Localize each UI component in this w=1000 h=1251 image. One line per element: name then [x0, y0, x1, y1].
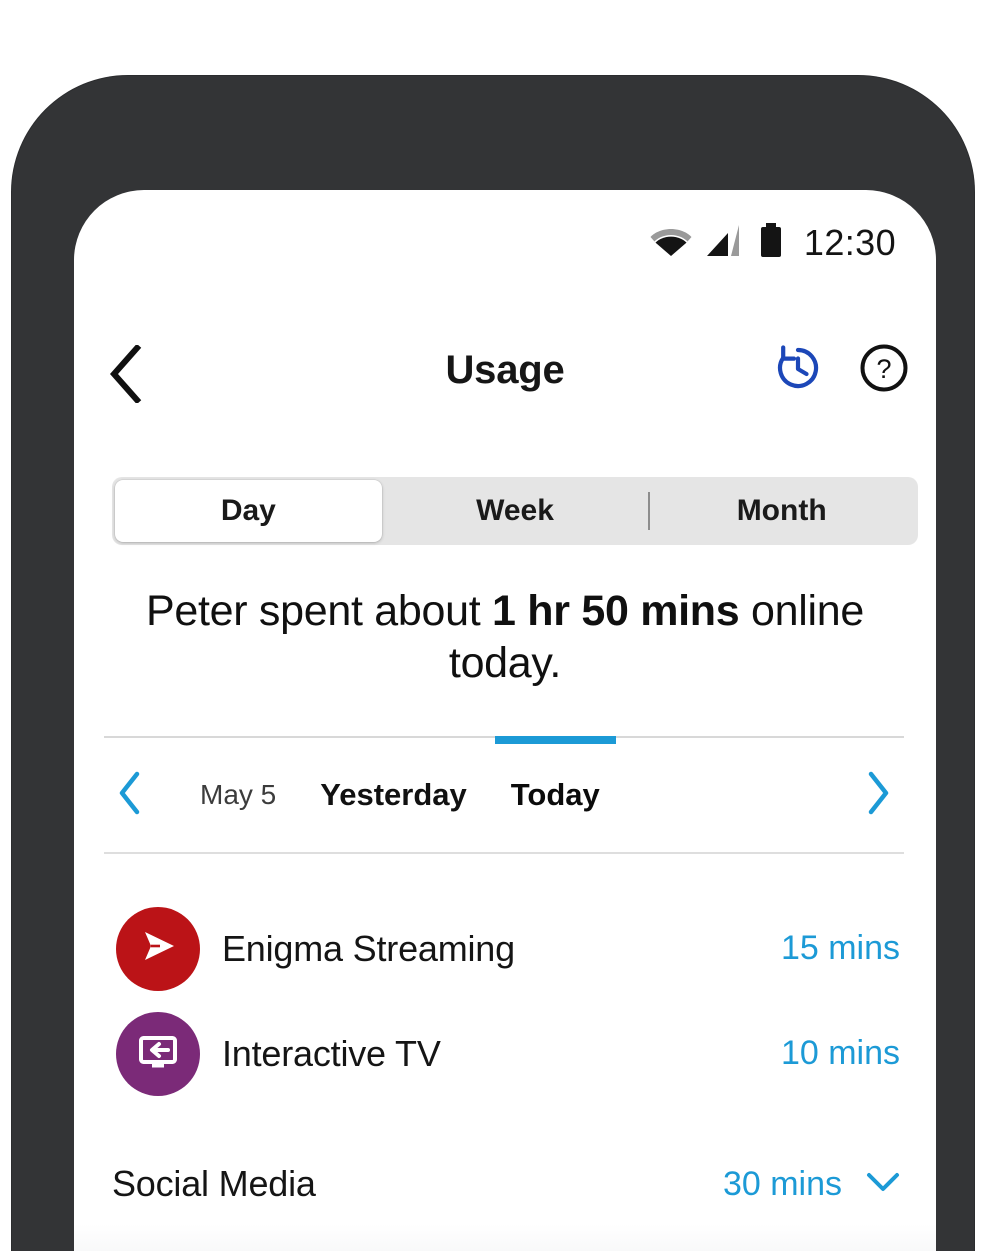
date-prev-button[interactable]: [104, 771, 156, 820]
date-tab-today[interactable]: Today: [489, 736, 622, 852]
status-bar: 12:30: [650, 217, 896, 269]
svg-text:?: ?: [876, 354, 891, 384]
interactive-tv-app-icon: [116, 1011, 200, 1096]
list-item[interactable]: Social Media 30 mins: [74, 1134, 936, 1234]
tv-arrow-icon: [132, 1025, 184, 1082]
app-usage-time: 10 mins: [780, 1034, 900, 1072]
history-clock-icon: [771, 341, 825, 400]
phone-bezel: 12:30 Usage ? Day Week Month Peter spent…: [12, 76, 974, 1251]
app-name: Enigma Streaming: [222, 927, 515, 969]
segment-month-label: Month: [736, 494, 827, 527]
date-tab-yesterday[interactable]: Yesterday: [298, 738, 489, 852]
date-tab-label: Yesterday: [320, 777, 467, 812]
cell-signal-icon: [706, 224, 744, 263]
summary-prefix: Peter spent about: [146, 587, 493, 635]
app-name: Interactive TV: [222, 1032, 441, 1074]
usage-summary-text: Peter spent about 1 hr 50 mins online to…: [110, 585, 900, 689]
wifi-icon: [650, 225, 692, 262]
date-tab-label: Today: [510, 777, 600, 812]
help-question-icon: ?: [858, 342, 910, 399]
list-item[interactable]: Interactive TV 10 mins: [74, 1001, 936, 1106]
send-arrow-icon: [132, 920, 184, 977]
help-button[interactable]: ?: [854, 340, 914, 400]
status-time: 12:30: [803, 222, 896, 263]
chevron-down-icon: [866, 1171, 900, 1198]
app-header: Usage ?: [74, 328, 936, 424]
date-tab-label: May 5: [200, 779, 277, 810]
header-actions: ?: [768, 340, 914, 400]
segment-month[interactable]: Month: [648, 480, 915, 542]
chevron-right-icon: [866, 771, 890, 820]
segment-week[interactable]: Week: [382, 480, 649, 542]
battery-icon: [758, 222, 784, 264]
phone-screen: 12:30 Usage ? Day Week Month Peter spent…: [74, 190, 936, 1251]
enigma-streaming-app-icon: [116, 906, 200, 991]
summary-highlight: 1 hr 50 mins: [492, 587, 740, 635]
usage-list: Enigma Streaming 15 mins Interactive TV …: [74, 854, 936, 1251]
segment-day-label: Day: [220, 494, 276, 527]
category-name: Social Media: [112, 1163, 316, 1204]
chevron-left-icon: [118, 771, 142, 820]
category-expand-button[interactable]: [866, 1167, 900, 1201]
date-navigator: May 5 Yesterday Today: [104, 736, 904, 854]
segment-day[interactable]: Day: [115, 480, 382, 542]
category-usage-time: 30 mins: [722, 1164, 842, 1203]
list-item[interactable]: Enigma Streaming 15 mins: [74, 896, 936, 1001]
date-tab-list: May 5 Yesterday Today: [156, 736, 852, 852]
screenshot-canvas: 12:30 Usage ? Day Week Month Peter spent…: [0, 0, 1000, 1251]
period-segmented-control[interactable]: Day Week Month: [112, 477, 918, 545]
date-tab-may-5[interactable]: May 5: [178, 738, 298, 852]
date-next-button[interactable]: [852, 771, 904, 820]
app-usage-time: 15 mins: [780, 929, 900, 967]
history-button[interactable]: [768, 340, 828, 400]
segment-week-label: Week: [476, 494, 554, 527]
